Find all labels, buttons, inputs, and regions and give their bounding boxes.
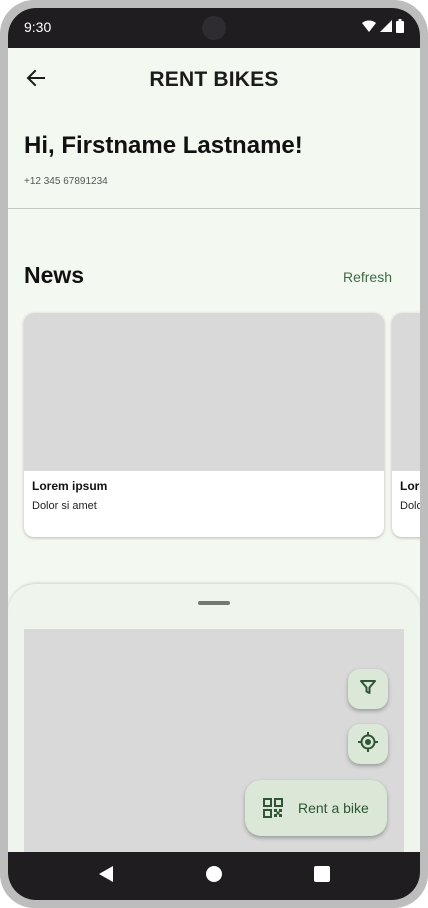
nav-home-icon [205, 865, 223, 888]
nav-home-button[interactable] [204, 865, 224, 888]
nav-back-icon [98, 865, 114, 888]
top-app-bar: RENT BIKES [8, 48, 420, 112]
news-card[interactable]: Lorem ipsum Dolor si amet [24, 313, 384, 537]
news-card-title: Lorem ipsum [32, 479, 108, 493]
my-location-button[interactable] [348, 724, 388, 764]
nav-recents-icon [314, 865, 330, 887]
device-frame: 9:30 RENT BIKES Hi, Firstname Lastname! … [0, 0, 428, 908]
status-icons [362, 18, 404, 38]
news-card-subtitle: Dolor si amet [32, 500, 97, 512]
system-nav-bar [8, 852, 420, 900]
qr-code-icon [263, 798, 283, 818]
signal-icon [380, 19, 392, 37]
status-time: 9:30 [24, 19, 52, 35]
news-carousel[interactable]: Lorem ipsum Dolor si amet Lorem ipsum Do… [24, 313, 420, 543]
phone-number: +12 345 67891234 [24, 176, 108, 187]
rent-bike-button[interactable]: Rent a bike [245, 780, 387, 836]
filter-icon [359, 678, 377, 701]
nav-back-button[interactable] [96, 865, 116, 888]
news-image-placeholder [392, 313, 420, 471]
screen: 9:30 RENT BIKES Hi, Firstname Lastname! … [8, 8, 420, 900]
greeting-heading: Hi, Firstname Lastname! [24, 132, 303, 159]
battery-icon [396, 18, 404, 38]
news-image-placeholder [24, 313, 384, 471]
news-card-title: Lorem ipsum [400, 479, 420, 493]
rent-bike-label: Rent a bike [298, 800, 369, 816]
refresh-button[interactable]: Refresh [343, 269, 392, 285]
news-card-subtitle: Dolor si amet [400, 500, 420, 512]
camera-cutout [202, 16, 226, 40]
news-card[interactable]: Lorem ipsum Dolor si amet [392, 313, 420, 537]
filter-button[interactable] [348, 669, 388, 709]
drag-handle[interactable] [198, 601, 230, 605]
wifi-icon [362, 19, 376, 37]
status-bar: 9:30 [8, 8, 420, 48]
divider [8, 208, 420, 209]
news-heading: News [24, 262, 85, 288]
nav-recents-button[interactable] [312, 865, 332, 887]
my-location-icon [357, 731, 379, 758]
page-title: RENT BIKES [149, 68, 279, 91]
